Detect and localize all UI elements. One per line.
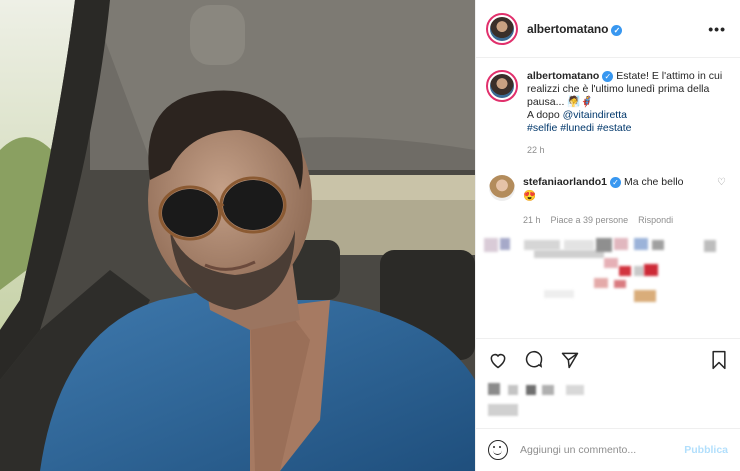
commenter-username[interactable]: stefaniaorlando1 [523, 176, 607, 188]
comment-text: Ma che bello [623, 176, 684, 188]
verified-badge-icon: ✓ [610, 177, 622, 188]
like-heart-icon[interactable] [488, 350, 508, 370]
comment-item: stefaniaorlando1 ✓ Ma che bello 😍 21 h Pi… [486, 175, 726, 227]
comment-like-icon[interactable]: ♡ [717, 177, 726, 188]
caption-text-2: A dopo [527, 109, 563, 121]
comment-input[interactable] [520, 444, 685, 456]
emoji-picker-icon[interactable] [488, 440, 508, 460]
comment-time: 21 h [523, 215, 541, 225]
mention-link[interactable]: @vitaindiretta [563, 109, 627, 121]
caption-username[interactable]: albertomatano [527, 70, 599, 82]
publish-button[interactable]: Pubblica [684, 444, 728, 456]
author-avatar[interactable] [486, 12, 518, 45]
likes-pixelated [476, 380, 740, 428]
save-bookmark-icon[interactable] [710, 350, 728, 370]
reply-button[interactable]: Rispondi [638, 213, 673, 227]
more-options-icon[interactable]: ••• [708, 21, 726, 37]
post-photo[interactable] [0, 0, 475, 471]
post-sidebar: albertomatano ✓ ••• albertomatano ✓ Estate… [475, 0, 740, 471]
verified-badge-icon: ✓ [611, 24, 623, 36]
add-comment-bar: Pubblica [476, 428, 740, 471]
caption-time: 22 h [527, 145, 545, 155]
comment-emoji: 😍 [523, 190, 537, 202]
commenter-avatar[interactable] [489, 175, 515, 201]
pixelated-region [484, 228, 734, 318]
share-icon[interactable] [560, 350, 580, 370]
instagram-post: albertomatano ✓ ••• albertomatano ✓ Estate… [0, 0, 740, 471]
comments-section: albertomatano ✓ Estate! E l'attimo in cui… [476, 58, 740, 338]
post-actions [476, 338, 740, 380]
comment-likes[interactable]: Piace a 39 persone [551, 213, 629, 227]
post-header: albertomatano ✓ ••• [476, 0, 740, 58]
caption-emoji: 🧖🦸 [567, 96, 594, 108]
verified-badge-icon: ✓ [602, 71, 614, 82]
author-username[interactable]: albertomatano ✓ [527, 22, 623, 36]
hashtags[interactable]: #selfie #lunedi #estate [527, 122, 632, 134]
selfie-image [0, 0, 475, 471]
caption: albertomatano ✓ Estate! E l'attimo in cui… [486, 70, 726, 157]
caption-avatar[interactable] [486, 70, 518, 102]
comment-icon[interactable] [524, 350, 544, 370]
